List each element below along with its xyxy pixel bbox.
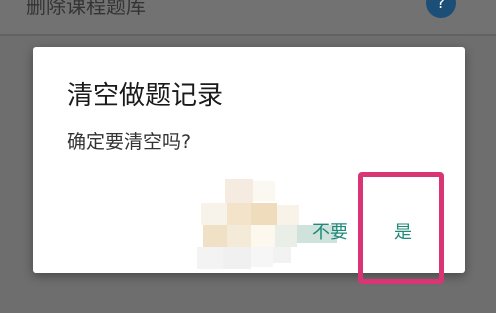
mosaic-cell	[197, 247, 223, 269]
confirm-dialog: 清空做题记录 确定要清空吗? 不要 是	[33, 47, 465, 273]
mosaic-cell	[227, 225, 251, 247]
mosaic-cell	[253, 181, 275, 201]
mosaic-cell	[251, 247, 273, 267]
background-divider	[0, 34, 496, 36]
mosaic-cell	[273, 247, 291, 263]
dialog-title: 清空做题记录	[67, 81, 224, 111]
mosaic-cell	[227, 203, 251, 225]
cancel-button[interactable]: 不要	[299, 213, 361, 253]
mosaic-cell	[201, 203, 227, 225]
background-help-icon: ?	[426, 0, 456, 18]
background-header-title: 删除课程题库	[26, 0, 146, 18]
mosaic-cell	[277, 205, 299, 225]
mosaic-cell	[275, 225, 297, 247]
mosaic-cell	[203, 225, 227, 247]
mosaic-cell	[225, 179, 253, 203]
dialog-message: 确定要清空吗?	[67, 131, 192, 153]
mosaic-cell	[223, 247, 251, 269]
mosaic-cell	[251, 225, 275, 247]
confirm-button[interactable]: 是	[377, 213, 429, 253]
background-header: 删除课程题库 ?	[0, 0, 496, 34]
mosaic-cell	[251, 203, 277, 225]
